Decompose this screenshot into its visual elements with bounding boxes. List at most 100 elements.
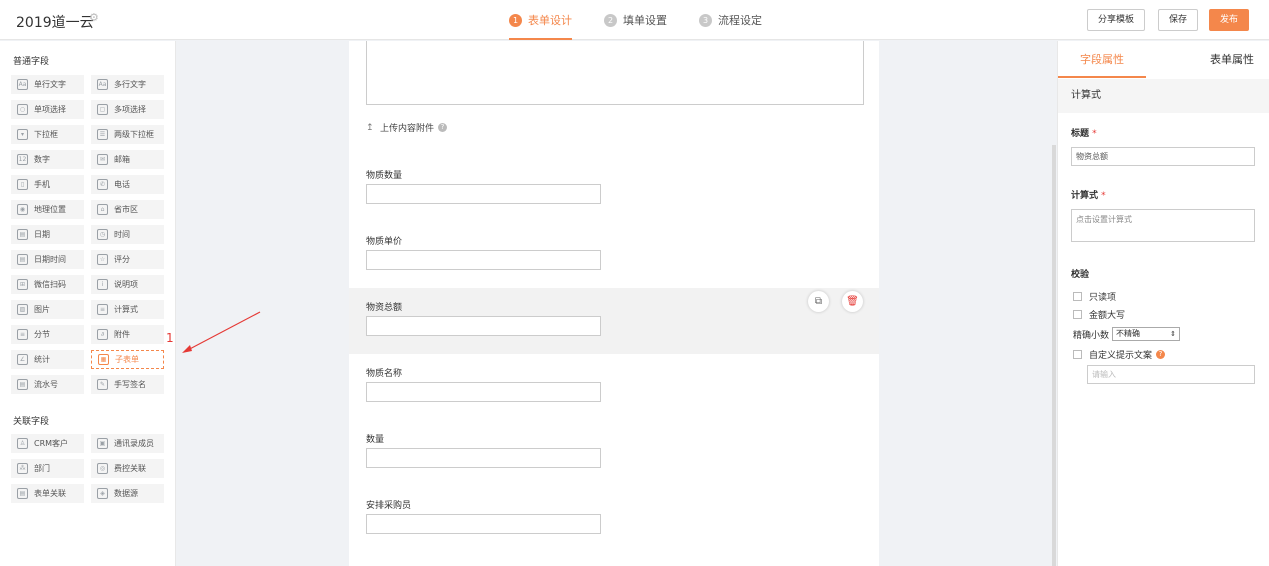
palette-item[interactable]: ≡ 分节	[11, 325, 84, 344]
palette-item[interactable]: ✉ 邮箱	[91, 150, 164, 169]
palette-item[interactable]: ○ 单项选择	[11, 100, 84, 119]
required-mark: *	[1101, 191, 1106, 201]
formula-input[interactable]: 点击设置计算式	[1071, 209, 1255, 242]
form-field-row[interactable]: 物质名称	[349, 354, 879, 420]
readonly-checkbox[interactable]	[1073, 292, 1082, 301]
field-type-icon: Aa	[97, 79, 108, 90]
palette-item[interactable]: ▢ 多项选择	[91, 100, 164, 119]
palette-item[interactable]: ♙ CRM客户	[11, 434, 84, 453]
palette-item[interactable]: ▣ 通讯录成员	[91, 434, 164, 453]
field-input[interactable]	[366, 184, 601, 204]
palette-item-label: 日期	[34, 230, 50, 239]
step-label: 填单设置	[623, 14, 667, 27]
palette-item-label: 单项选择	[34, 105, 66, 114]
field-type-title: 计算式	[1058, 79, 1269, 113]
palette-item[interactable]: Aa 多行文字	[91, 75, 164, 94]
palette-item[interactable]: ▤ 日期时间	[11, 250, 84, 269]
custom-tip-option[interactable]: 自定义提示文案 ?	[1073, 348, 1166, 361]
form-field-row[interactable]: 物质数量	[349, 156, 879, 222]
palette-item[interactable]: ▤ 流水号	[11, 375, 84, 394]
custom-tip-checkbox[interactable]	[1073, 350, 1082, 359]
field-type-icon: ⁂	[17, 463, 28, 474]
field-type-icon: 12	[17, 154, 28, 165]
form-field-row-selected[interactable]: 物资总额 ⧉ 🗑	[349, 288, 879, 354]
palette-item[interactable]: ≡ 计算式	[91, 300, 164, 319]
field-type-icon: ⌂	[97, 204, 108, 215]
field-label: 物资总额	[366, 303, 403, 313]
title-prop-label: 标题 *	[1071, 126, 1097, 139]
palette-item-label: 邮箱	[114, 155, 130, 164]
publish-button[interactable]: 发布	[1209, 9, 1250, 31]
palette-item[interactable]: ∠ 统计	[11, 350, 84, 369]
field-type-icon: ☆	[97, 254, 108, 265]
tip-input[interactable]: 请输入	[1087, 365, 1255, 384]
upload-attachment[interactable]: ↥ 上传内容附件 ?	[366, 121, 448, 134]
palette-item[interactable]: ⌂ 省市区	[91, 200, 164, 219]
palette-item-label: 两级下拉框	[114, 130, 154, 139]
palette-item[interactable]: ☆ 评分	[91, 250, 164, 269]
field-type-icon: ▾	[17, 129, 28, 140]
field-type-icon: ∠	[17, 354, 28, 365]
palette-item[interactable]: ◉ 地理位置	[11, 200, 84, 219]
palette-item[interactable]: 12 数字	[11, 150, 84, 169]
textarea-field[interactable]	[366, 41, 864, 105]
palette-item[interactable]: ◈ 数据源	[91, 484, 164, 503]
palette-item[interactable]: ⊞ 微信扫码	[11, 275, 84, 294]
palette-item-label: 数字	[34, 155, 50, 164]
gear-icon[interactable]: ⚙	[89, 12, 101, 24]
palette-item[interactable]: Aa 单行文字	[11, 75, 84, 94]
step-form-design[interactable]: 1 表单设计	[509, 0, 572, 40]
form-field-row[interactable]: 物质单价	[349, 222, 879, 288]
palette-item[interactable]: ▯ 手机	[11, 175, 84, 194]
share-template-button[interactable]: 分享模板	[1087, 9, 1146, 31]
palette-item-label: 子表单	[115, 355, 139, 364]
field-input[interactable]	[366, 316, 601, 336]
form-field-row[interactable]: 数量	[349, 420, 879, 486]
step-workflow[interactable]: 3 流程设定	[699, 0, 762, 40]
field-input[interactable]	[366, 448, 601, 468]
palette-item[interactable]: ☰ 两级下拉框	[91, 125, 164, 144]
field-input[interactable]	[366, 250, 601, 270]
canvas-scrollbar[interactable]	[1052, 145, 1056, 566]
palette-item[interactable]: ⁂ 部门	[11, 459, 84, 478]
palette-item[interactable]: ▤ 表单关联	[11, 484, 84, 503]
palette-item[interactable]: ▾ 下拉框	[11, 125, 84, 144]
readonly-option[interactable]: 只读项	[1073, 290, 1116, 303]
palette-item[interactable]: ✎ 手写签名	[91, 375, 164, 394]
form-canvas: ↥ 上传内容附件 ? 物质数量 物质单价 物资总额 ⧉ 🗑 物质名称 数量 安排…	[349, 41, 879, 566]
field-input[interactable]	[366, 514, 601, 534]
field-label: 物质数量	[366, 171, 403, 181]
palette-item[interactable]: ✆ 电话	[91, 175, 164, 194]
palette-item[interactable]: ▨ 图片	[11, 300, 84, 319]
field-type-icon: ✆	[97, 179, 108, 190]
field-label: 安排采购员	[366, 501, 412, 511]
field-input[interactable]	[366, 382, 601, 402]
tab-form-properties[interactable]: 表单属性	[1194, 41, 1269, 78]
palette-item[interactable]: i 说明项	[91, 275, 164, 294]
palette-item-label: 附件	[114, 330, 130, 339]
delete-field-icon[interactable]: 🗑	[842, 291, 863, 312]
palette-item[interactable]: ▦ 子表单	[91, 350, 164, 369]
palette-item[interactable]: ▤ 日期	[11, 225, 84, 244]
palette-item[interactable]: ◷ 时间	[91, 225, 164, 244]
tab-field-properties[interactable]: 字段属性	[1058, 41, 1146, 78]
palette-item[interactable]: ◎ 费控关联	[91, 459, 164, 478]
uppercase-option[interactable]: 金额大写	[1073, 308, 1125, 321]
palette-item[interactable]: ∂ 附件	[91, 325, 164, 344]
step-fill-settings[interactable]: 2 填单设置	[604, 0, 667, 40]
step-number: 1	[509, 13, 522, 27]
field-type-icon: ◈	[97, 488, 108, 499]
palette-item-label: 多项选择	[114, 105, 146, 114]
select-arrow-icon: ⇕	[1170, 330, 1177, 338]
field-type-icon: ◎	[97, 463, 108, 474]
save-button[interactable]: 保存	[1158, 9, 1199, 31]
precision-select[interactable]: 不精确 ⇕	[1112, 327, 1181, 341]
uppercase-checkbox[interactable]	[1073, 310, 1082, 319]
step-number: 2	[604, 13, 617, 27]
title-input[interactable]: 物资总额	[1071, 147, 1255, 166]
copy-field-icon[interactable]: ⧉	[808, 291, 829, 312]
field-label: 数量	[366, 435, 385, 445]
form-field-row[interactable]: 安排采购员	[349, 486, 879, 552]
field-label: 物质名称	[366, 369, 403, 379]
field-type-icon: ◷	[97, 229, 108, 240]
